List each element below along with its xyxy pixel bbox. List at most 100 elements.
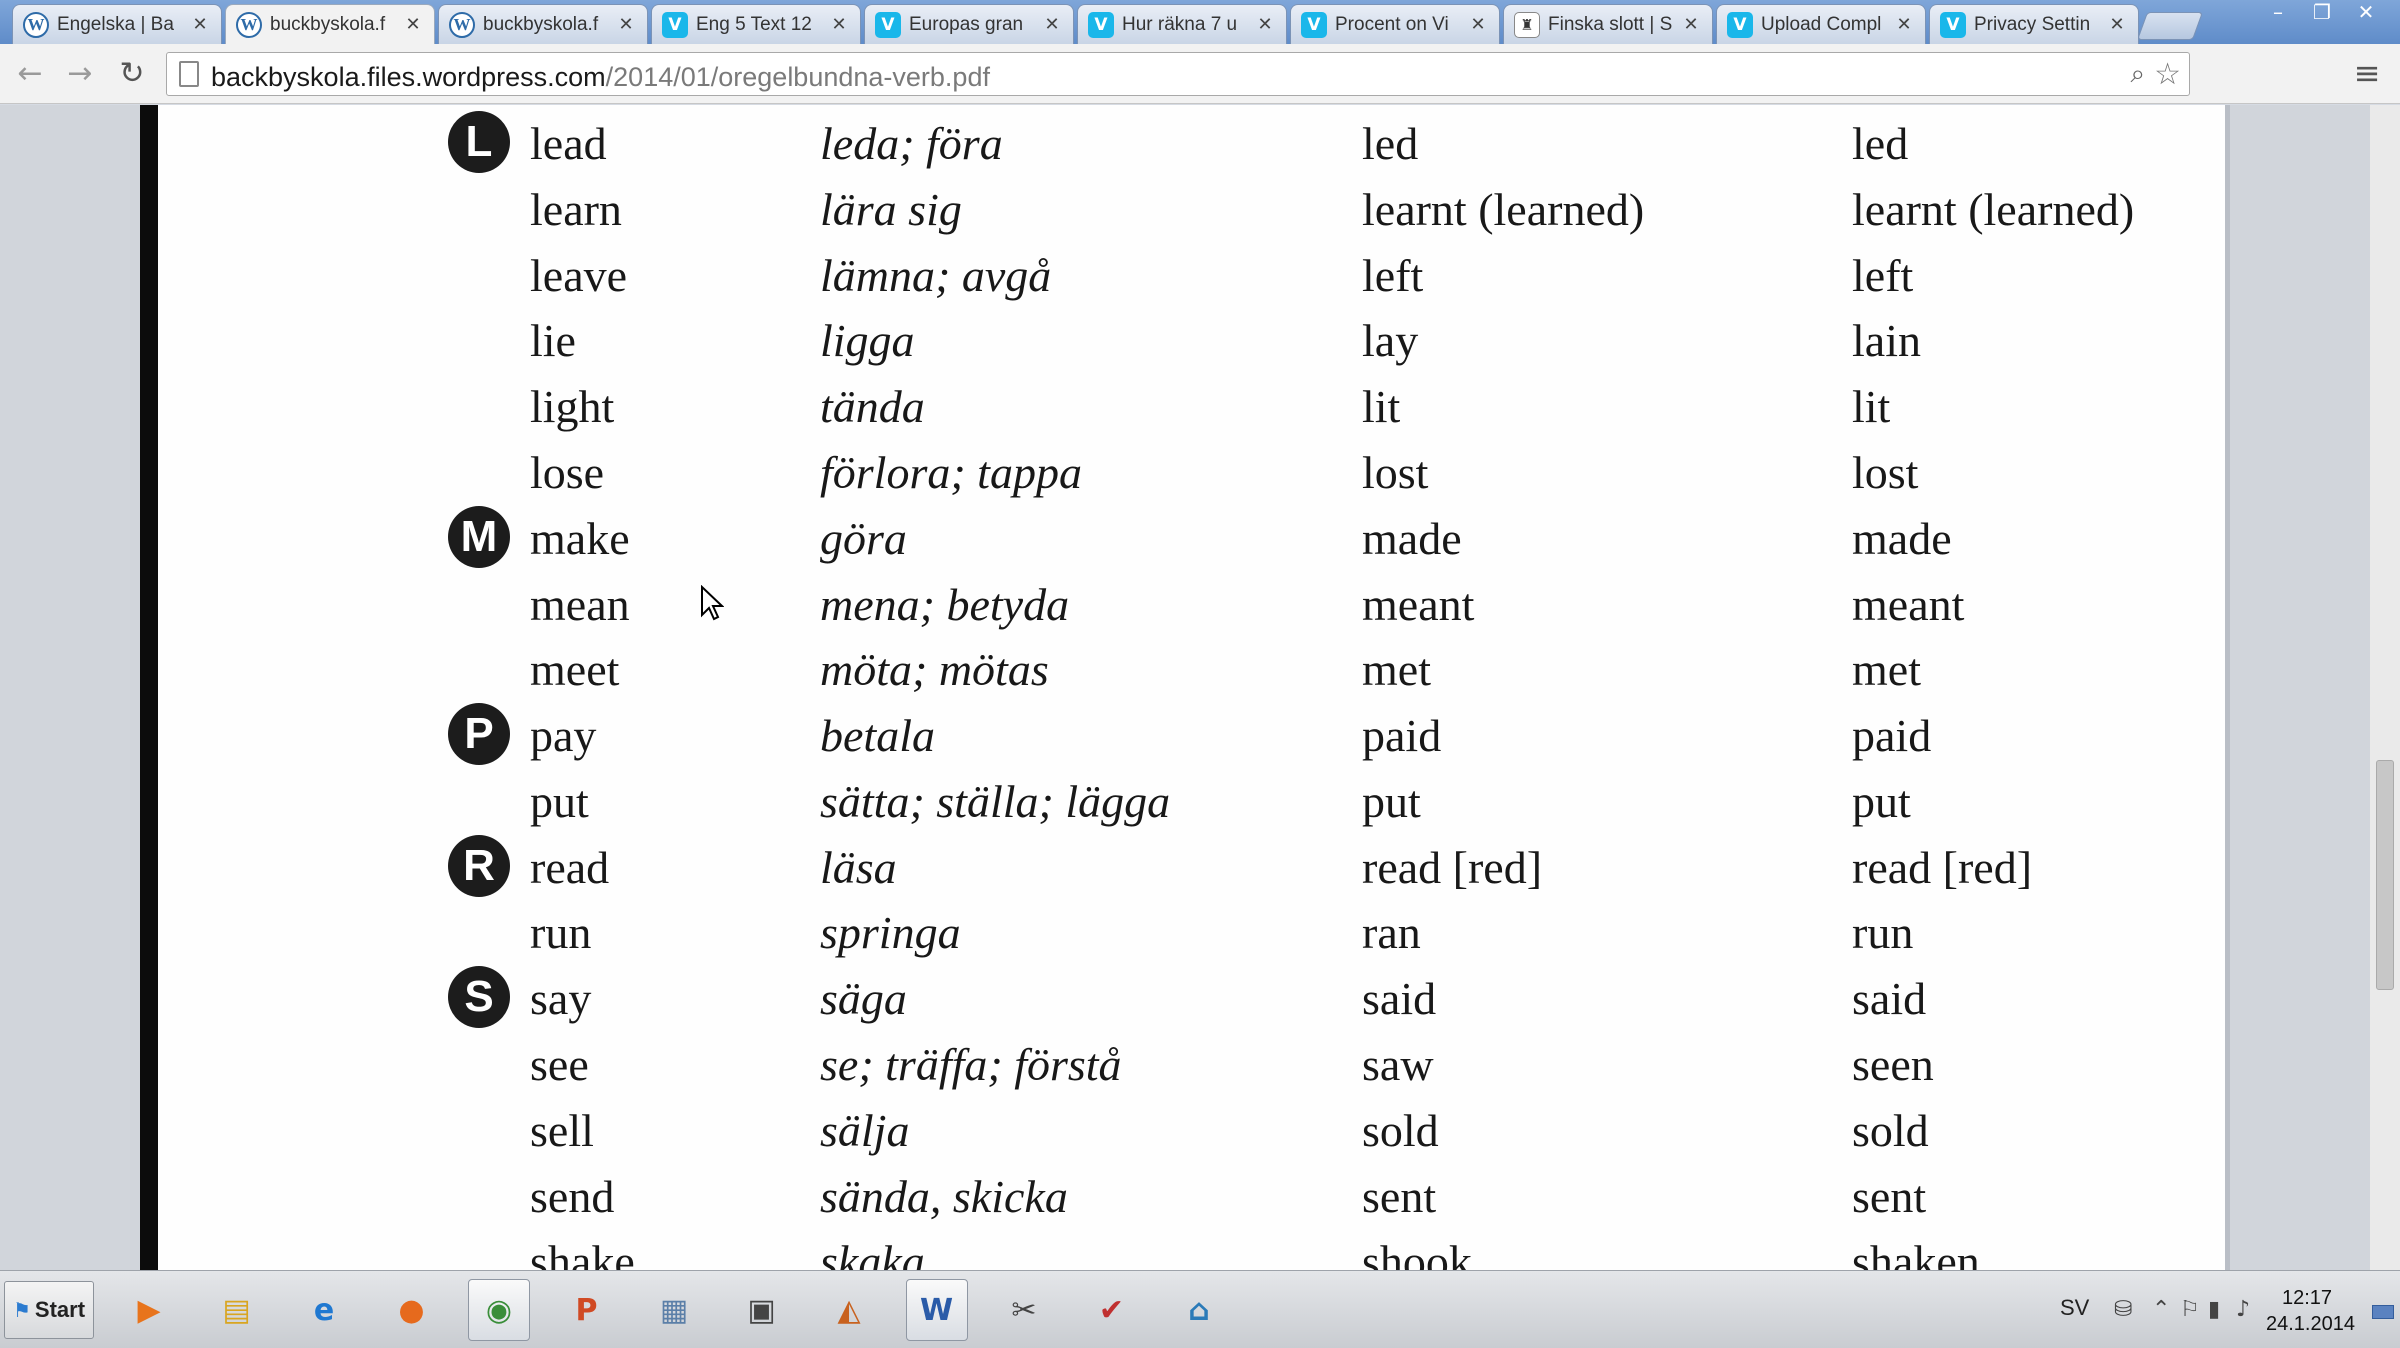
wordpress-icon: W (23, 11, 49, 38)
home-app-icon[interactable]: ⌂ (1168, 1279, 1230, 1341)
wordpress-icon: W (236, 11, 262, 38)
forward-icon[interactable]: → (60, 54, 100, 94)
window-controls: – ❐ ✕ (2256, 0, 2388, 26)
section-letter-badge: S (448, 966, 510, 1029)
verb-past-participle: lit (1852, 381, 1891, 433)
volume-icon[interactable]: ♪ (2236, 1297, 2250, 1322)
checklist-app-icon[interactable]: ✔ (1081, 1279, 1143, 1341)
pdf-page: lead leda; föra led led learn lära sig learnt … (140, 105, 2225, 1270)
verb-translation: lämna; avgå (820, 249, 1052, 301)
tab-close-icon[interactable]: ✕ (1254, 14, 1276, 35)
wordpress-icon: W (449, 11, 475, 38)
browser-tab[interactable]: V Privacy Settin ✕ (1929, 4, 2139, 44)
verb-translation: lära sig (820, 183, 962, 235)
verb-base-form: pay (530, 710, 597, 762)
verb-past-participle: run (1852, 907, 1914, 959)
tab-close-icon[interactable]: ✕ (1041, 14, 1063, 35)
browser-tab[interactable]: Wbuckbyskola.f ✕ (438, 4, 648, 44)
word-icon[interactable]: W (905, 1279, 968, 1341)
windows-taskbar: ⚑ Start ▶ ▤ e ● ◉ P ▦ ▣ ◭ W ✂ ✔ ⌂ SV ⛁ ⌃ ⚐ ▮ ♪ 12:17… (0, 1270, 2400, 1348)
window-app-icon[interactable]: ▣ (731, 1279, 793, 1341)
scrollbar-thumb[interactable] (2376, 760, 2394, 990)
address-bar[interactable]: backbyskola.files.wordpress.com/2014/01/… (166, 52, 2190, 96)
vimeo-icon: V (1727, 11, 1753, 38)
power-icon[interactable]: ▮ (2208, 1297, 2220, 1322)
tab-title: Procent on Vi (1335, 13, 1449, 35)
verb-base-form: lie (530, 315, 576, 367)
tab-close-icon[interactable]: ✕ (1893, 14, 1915, 35)
tray-expand-icon[interactable]: ⌃ (2152, 1297, 2170, 1322)
media-player-icon[interactable]: ▶ (118, 1279, 180, 1341)
browser-tab[interactable]: V Eng 5 Text 12 ✕ (651, 4, 861, 44)
tab-title: Eng 5 Text 12 (696, 13, 812, 35)
calculator-icon[interactable]: ▦ (643, 1279, 705, 1341)
verb-translation: läsa (820, 841, 897, 893)
scissors-tool-icon[interactable]: ✂ (993, 1279, 1055, 1341)
verb-past-tense: said (1362, 973, 1437, 1025)
verb-translation: sälja (820, 1104, 910, 1156)
url-text[interactable]: backbyskola.files.wordpress.com/2014/01/… (211, 62, 990, 93)
verb-past-tense: meant (1362, 578, 1475, 630)
tab-close-icon[interactable]: ✕ (828, 14, 850, 35)
start-button[interactable]: ⚑ Start (4, 1281, 94, 1339)
browser-tab[interactable]: W Engelska | Ba ✕ (12, 4, 222, 44)
verb-base-form: shake (530, 1236, 635, 1270)
section-letter-badge: R (448, 834, 510, 897)
verb-translation: ligga (820, 315, 915, 367)
show-desktop-button[interactable] (2372, 1305, 2394, 1319)
back-icon[interactable]: ← (10, 54, 50, 94)
tab-close-icon[interactable]: ✕ (2106, 14, 2128, 35)
tab-close-icon[interactable]: ✕ (402, 14, 424, 35)
vertical-scrollbar[interactable] (2370, 105, 2400, 1270)
verb-past-tense: learnt (learned) (1362, 183, 1645, 235)
network-icon[interactable]: ⛁ (2114, 1297, 2132, 1322)
clock-time[interactable]: 12:17 (2282, 1287, 2332, 1310)
zoom-icon[interactable]: ⌕ (2130, 59, 2145, 90)
internet-explorer-icon[interactable]: e (293, 1279, 355, 1341)
tab-list: W Engelska | Ba ✕ Wbuckbyskola.f ✕ Wbuckbysko… (12, 4, 2142, 44)
language-indicator[interactable]: SV (2060, 1295, 2089, 1321)
close-window-icon[interactable]: ✕ (2344, 0, 2388, 26)
verb-past-participle: lost (1852, 446, 1919, 498)
chrome-menu-icon[interactable]: ≡ (2350, 56, 2384, 92)
tab-close-icon[interactable]: ✕ (189, 14, 211, 35)
tab-title: Engelska | Ba (57, 13, 174, 35)
verb-past-participle: shaken (1852, 1236, 1980, 1270)
pdf-viewer[interactable]: lead leda; föra led led learn lära sig learnt … (0, 105, 2400, 1270)
verb-past-tense: ran (1362, 907, 1421, 959)
clock-date[interactable]: 24.1.2014 (2266, 1313, 2355, 1336)
restore-icon[interactable]: ❐ (2300, 0, 2344, 26)
verb-past-participle: learnt (learned) (1852, 183, 2135, 235)
vimeo-icon: V (1088, 11, 1114, 38)
reload-icon[interactable]: ↻ (112, 54, 152, 94)
browser-tab[interactable]: V Europas gran ✕ (864, 4, 1074, 44)
verb-translation: säga (820, 973, 907, 1025)
verb-past-participle: met (1852, 644, 1921, 696)
tab-close-icon[interactable]: ✕ (1467, 14, 1489, 35)
chrome-icon[interactable]: ◉ (468, 1279, 530, 1341)
sketch-app-icon[interactable]: ◭ (818, 1279, 880, 1341)
browser-tab[interactable]: V Upload Compl ✕ (1716, 4, 1926, 44)
browser-tab[interactable]: V Hur räkna 7 u ✕ (1077, 4, 1287, 44)
tab-title: Upload Compl (1761, 13, 1882, 35)
verb-base-form: lead (530, 118, 607, 169)
powerpoint-icon[interactable]: P (556, 1279, 618, 1341)
verb-translation: möta; mötas (820, 644, 1049, 696)
file-explorer-icon[interactable]: ▤ (206, 1279, 268, 1341)
browser-tab[interactable]: Wbuckbyskola.f ✕ (225, 4, 435, 44)
new-tab-button[interactable] (2136, 12, 2204, 40)
tab-close-icon[interactable]: ✕ (615, 14, 637, 35)
minimize-icon[interactable]: – (2256, 0, 2300, 26)
vimeo-icon: V (1940, 11, 1966, 38)
tab-close-icon[interactable]: ✕ (1680, 14, 1702, 35)
verb-base-form: send (530, 1170, 615, 1222)
browser-tab[interactable]: ♜ Finska slott | S ✕ (1503, 4, 1713, 44)
verb-past-participle: put (1852, 775, 1911, 827)
tab-title: buckbyskola.f (270, 13, 386, 35)
bookmark-star-icon[interactable]: ☆ (2154, 57, 2181, 92)
verb-base-form: run (530, 907, 592, 959)
firefox-icon[interactable]: ● (381, 1279, 443, 1341)
action-center-flag-icon[interactable]: ⚐ (2180, 1297, 2200, 1322)
browser-tab[interactable]: V Procent on Vi ✕ (1290, 4, 1500, 44)
verb-past-participle: made (1852, 512, 1952, 564)
